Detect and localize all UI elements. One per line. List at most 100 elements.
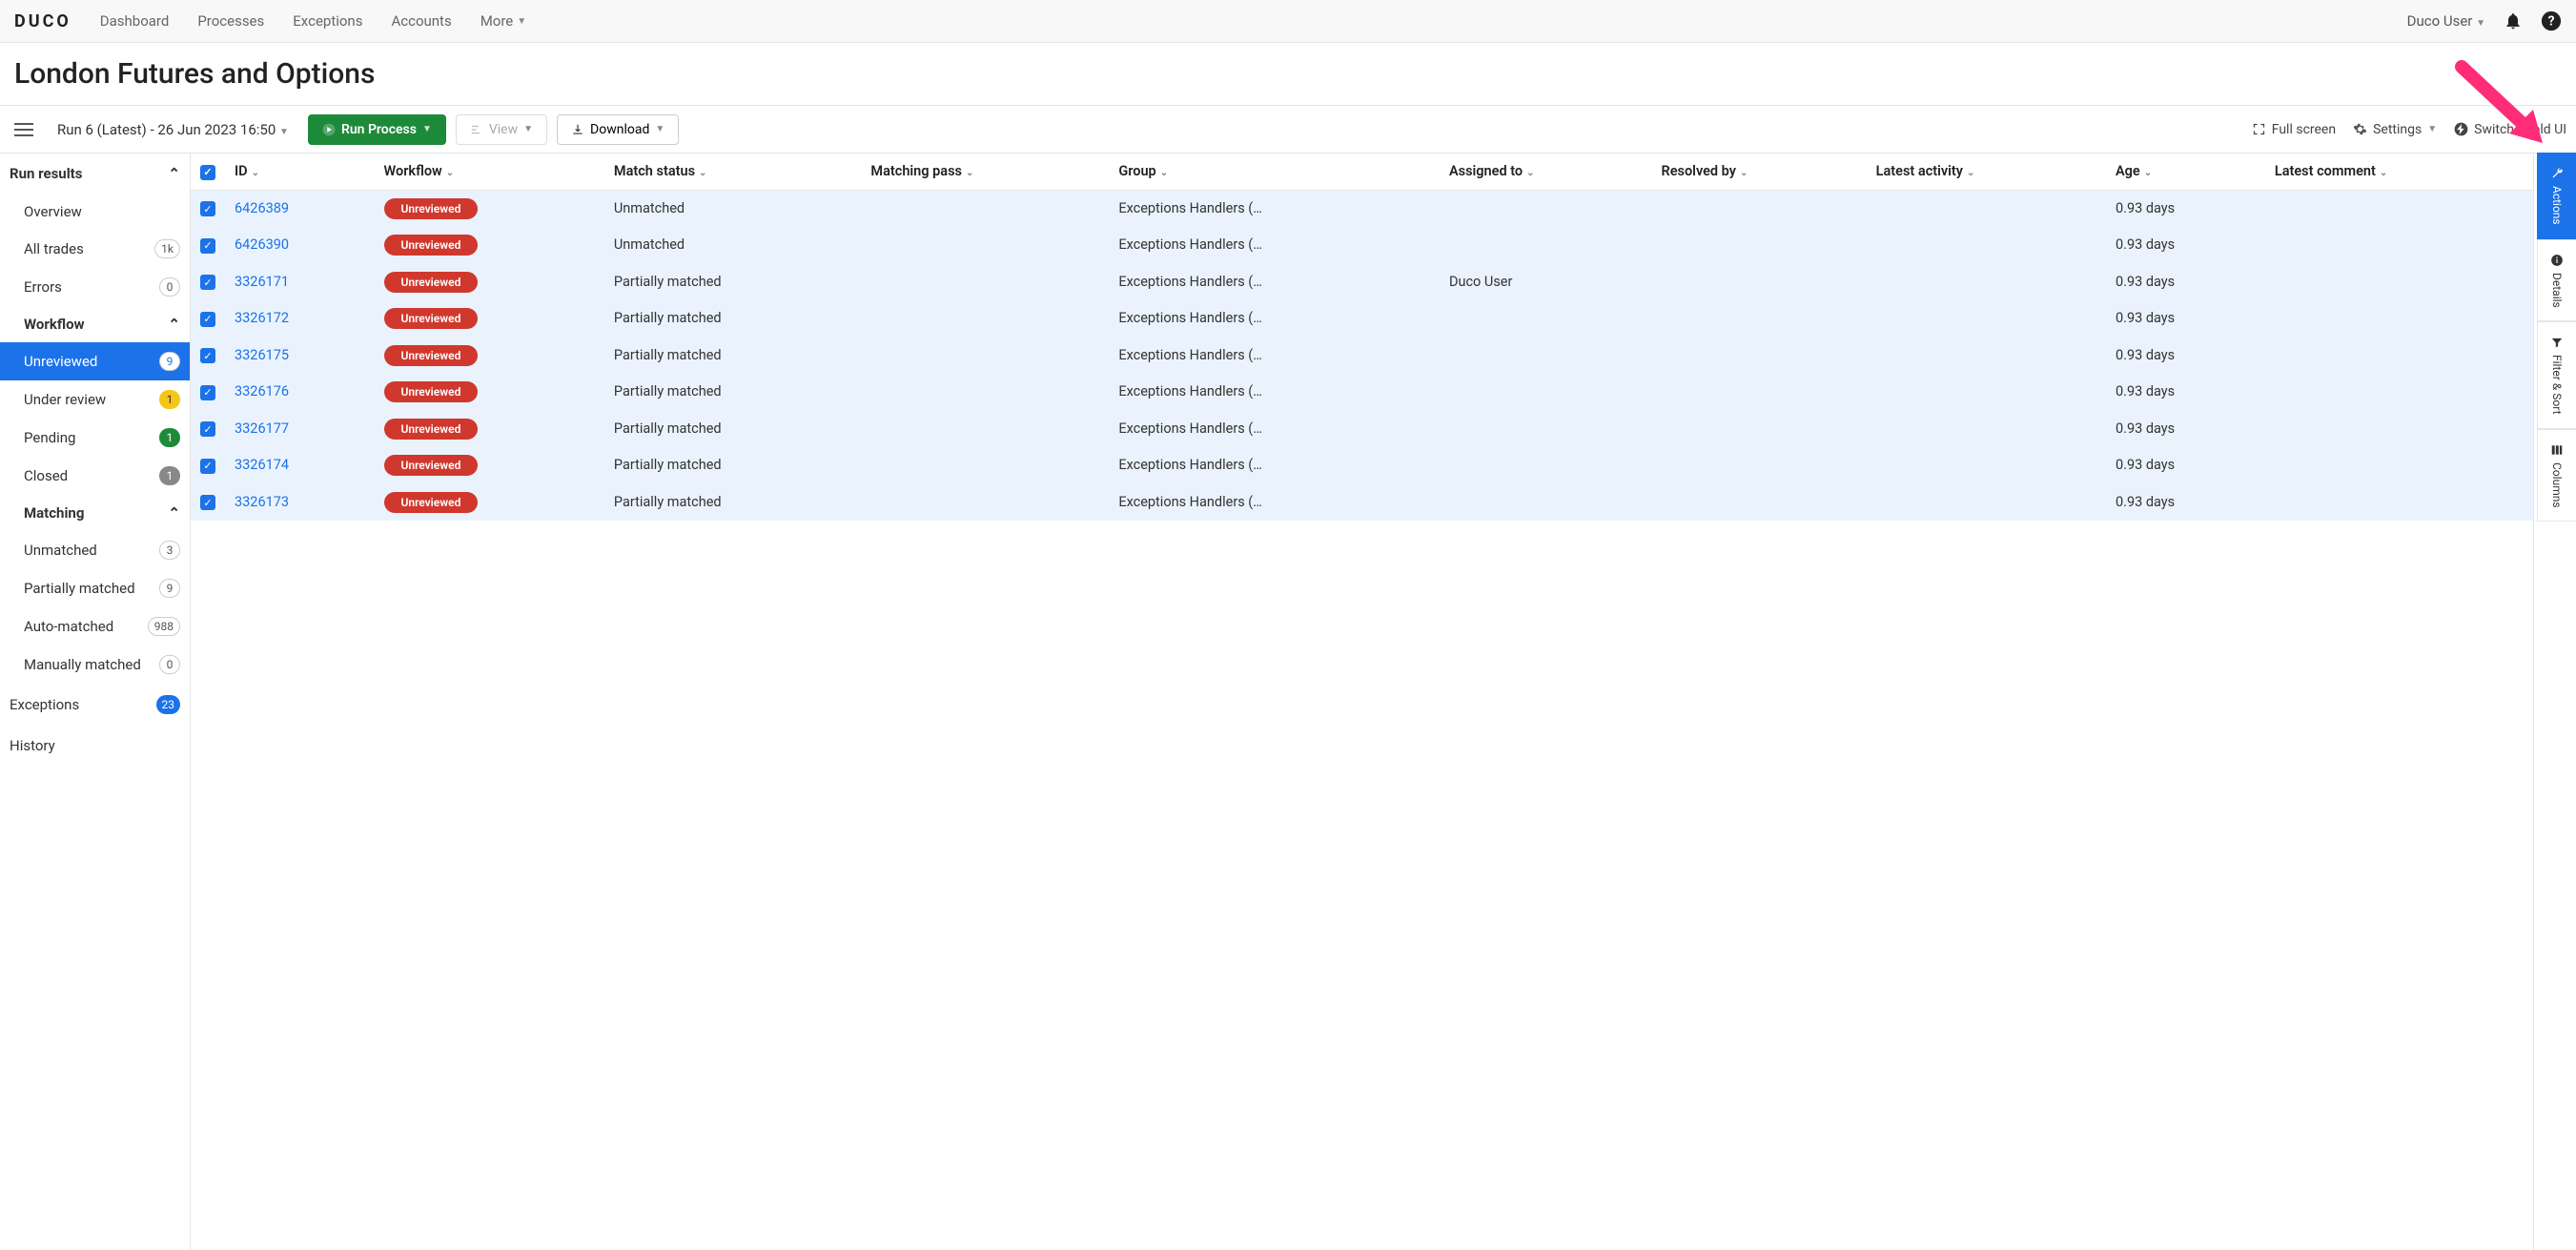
chevron-down-icon: ⌄	[2380, 168, 2387, 178]
col-id[interactable]: ID⌄	[225, 154, 375, 190]
row-id-link[interactable]: 3326172	[235, 310, 289, 326]
col-label: Group	[1118, 163, 1155, 179]
table-row[interactable]: ✓3326172UnreviewedPartially matchedExcep…	[191, 300, 2533, 338]
row-checkbox[interactable]: ✓	[200, 312, 215, 327]
nav-accounts[interactable]: Accounts	[391, 12, 451, 30]
rail-tab-columns[interactable]: Columns	[2537, 429, 2576, 523]
sidebar-run-results[interactable]: Run results ⌃	[0, 154, 190, 194]
nav-exceptions[interactable]: Exceptions	[293, 12, 362, 30]
sidebar-all-trades[interactable]: All trades1k	[0, 230, 190, 268]
row-id-link[interactable]: 6426389	[235, 200, 289, 216]
download-button[interactable]: Download ▼	[557, 114, 679, 145]
row-id-link[interactable]: 3326176	[235, 383, 289, 400]
cell-latest-activity	[1867, 447, 2106, 484]
col-latest-comment[interactable]: Latest comment⌄	[2265, 154, 2533, 190]
logo: DUCO	[14, 11, 72, 31]
row-checkbox[interactable]: ✓	[200, 348, 215, 363]
rail-tab-actions[interactable]: Actions	[2537, 153, 2576, 239]
cell-matching-pass	[861, 300, 1109, 338]
sidebar-matching-header[interactable]: Matching⌃	[0, 495, 190, 531]
page-title: London Futures and Options	[14, 57, 2562, 91]
cell-latest-comment	[2265, 190, 2533, 227]
col-workflow[interactable]: Workflow⌄	[375, 154, 604, 190]
play-icon	[322, 123, 336, 136]
sidebar-errors[interactable]: Errors0	[0, 268, 190, 306]
table-row[interactable]: ✓3326174UnreviewedPartially matchedExcep…	[191, 447, 2533, 484]
chevron-down-icon: ⌄	[966, 168, 973, 178]
row-id-link[interactable]: 6426390	[235, 236, 289, 253]
col-checkbox[interactable]: ✓	[191, 154, 225, 190]
chevron-down-icon: ⌄	[1740, 168, 1748, 178]
view-button[interactable]: View ▼	[456, 114, 547, 145]
col-latest-activity[interactable]: Latest activity⌄	[1867, 154, 2106, 190]
rail-tab-filter[interactable]: Filter & Sort	[2537, 321, 2576, 429]
workflow-pill: Unreviewed	[384, 235, 479, 256]
table-row[interactable]: ✓6426390UnreviewedUnmatchedExceptions Ha…	[191, 227, 2533, 264]
bell-icon[interactable]	[2503, 10, 2524, 31]
sidebar-partially-matched[interactable]: Partially matched9	[0, 569, 190, 607]
nav-dashboard[interactable]: Dashboard	[100, 12, 170, 30]
cell-match-status: Partially matched	[604, 263, 862, 300]
row-checkbox[interactable]: ✓	[200, 495, 215, 510]
col-assigned-to[interactable]: Assigned to⌄	[1440, 154, 1652, 190]
col-resolved-by[interactable]: Resolved by⌄	[1652, 154, 1867, 190]
cell-match-status: Partially matched	[604, 300, 862, 338]
sidebar-toggle[interactable]	[10, 124, 38, 135]
sidebar-closed[interactable]: Closed1	[0, 457, 190, 495]
col-matching-pass[interactable]: Matching pass⌄	[861, 154, 1109, 190]
table-row[interactable]: ✓ 3326177 Unreviewed Partially matched Excep…	[191, 410, 2533, 447]
nav-more[interactable]: More▼	[480, 12, 526, 30]
row-checkbox[interactable]: ✓	[200, 385, 215, 400]
sidebar-pending[interactable]: Pending1	[0, 419, 190, 457]
row-id-link[interactable]: 3326173	[235, 494, 289, 510]
sidebar-overview[interactable]: Overview	[0, 194, 190, 230]
run-selector[interactable]: Run 6 (Latest) - 26 Jun 2023 16:50 ▼	[48, 121, 298, 138]
row-id-link[interactable]: 3326171	[235, 274, 289, 290]
run-selector-label: Run 6 (Latest) - 26 Jun 2023 16:50	[57, 121, 276, 138]
download-icon	[571, 123, 584, 136]
row-id-link[interactable]: 3326174	[235, 457, 289, 473]
col-group[interactable]: Group⌄	[1109, 154, 1440, 190]
user-dropdown[interactable]: Duco User ▼	[2407, 12, 2485, 30]
cell-group: Exceptions Handlers (…	[1109, 410, 1440, 447]
fullscreen-button[interactable]: Full screen	[2252, 122, 2336, 137]
sidebar-history[interactable]: History	[0, 726, 190, 766]
row-checkbox[interactable]: ✓	[200, 275, 215, 290]
table-row[interactable]: ✓3326173UnreviewedPartially matchedExcep…	[191, 483, 2533, 521]
col-match-status[interactable]: Match status⌄	[604, 154, 862, 190]
rail-tab-details[interactable]: Details	[2537, 239, 2576, 322]
switch-ui-button[interactable]: Switch to old UI	[2454, 122, 2566, 137]
chevron-down-icon: ⌄	[446, 168, 454, 178]
top-nav: DUCO Dashboard Processes Exceptions Acco…	[0, 0, 2576, 43]
run-process-button[interactable]: Run Process ▼	[308, 114, 446, 145]
table-row[interactable]: ✓3326175UnreviewedPartially matchedExcep…	[191, 337, 2533, 374]
settings-button[interactable]: Settings ▼	[2353, 122, 2437, 137]
help-icon[interactable]: ?	[2541, 10, 2562, 31]
sidebar-item-label: Unreviewed	[24, 353, 97, 370]
bolt-icon	[2454, 122, 2468, 136]
row-id-link[interactable]: 3326177	[235, 420, 289, 437]
cell-latest-comment	[2265, 337, 2533, 374]
row-checkbox[interactable]: ✓	[200, 421, 215, 437]
row-checkbox[interactable]: ✓	[200, 459, 215, 474]
col-age[interactable]: Age⌄	[2106, 154, 2265, 190]
row-id-link[interactable]: 3326175	[235, 347, 289, 363]
view-label: View	[489, 122, 518, 137]
row-checkbox[interactable]: ✓	[200, 201, 215, 216]
workflow-pill: Unreviewed	[384, 419, 479, 440]
select-all-checkbox[interactable]: ✓	[200, 165, 215, 180]
sidebar-item-label: All trades	[24, 240, 84, 257]
sidebar-auto-matched[interactable]: Auto-matched988	[0, 607, 190, 645]
row-checkbox[interactable]: ✓	[200, 238, 215, 254]
sidebar-workflow-header[interactable]: Workflow⌃	[0, 306, 190, 342]
table-row[interactable]: ✓3326171UnreviewedPartially matchedExcep…	[191, 263, 2533, 300]
table-row[interactable]: ✓6426389UnreviewedUnmatchedExceptions Ha…	[191, 190, 2533, 227]
sidebar-under-review[interactable]: Under review1	[0, 380, 190, 419]
sidebar-unmatched[interactable]: Unmatched3	[0, 531, 190, 569]
sidebar-unreviewed[interactable]: Unreviewed9	[0, 342, 190, 380]
nav-processes[interactable]: Processes	[197, 12, 264, 30]
cell-match-status: Partially matched	[604, 410, 862, 447]
sidebar-exceptions[interactable]: Exceptions23	[0, 684, 190, 726]
table-row[interactable]: ✓3326176UnreviewedPartially matchedExcep…	[191, 374, 2533, 411]
sidebar-manually-matched[interactable]: Manually matched0	[0, 645, 190, 684]
